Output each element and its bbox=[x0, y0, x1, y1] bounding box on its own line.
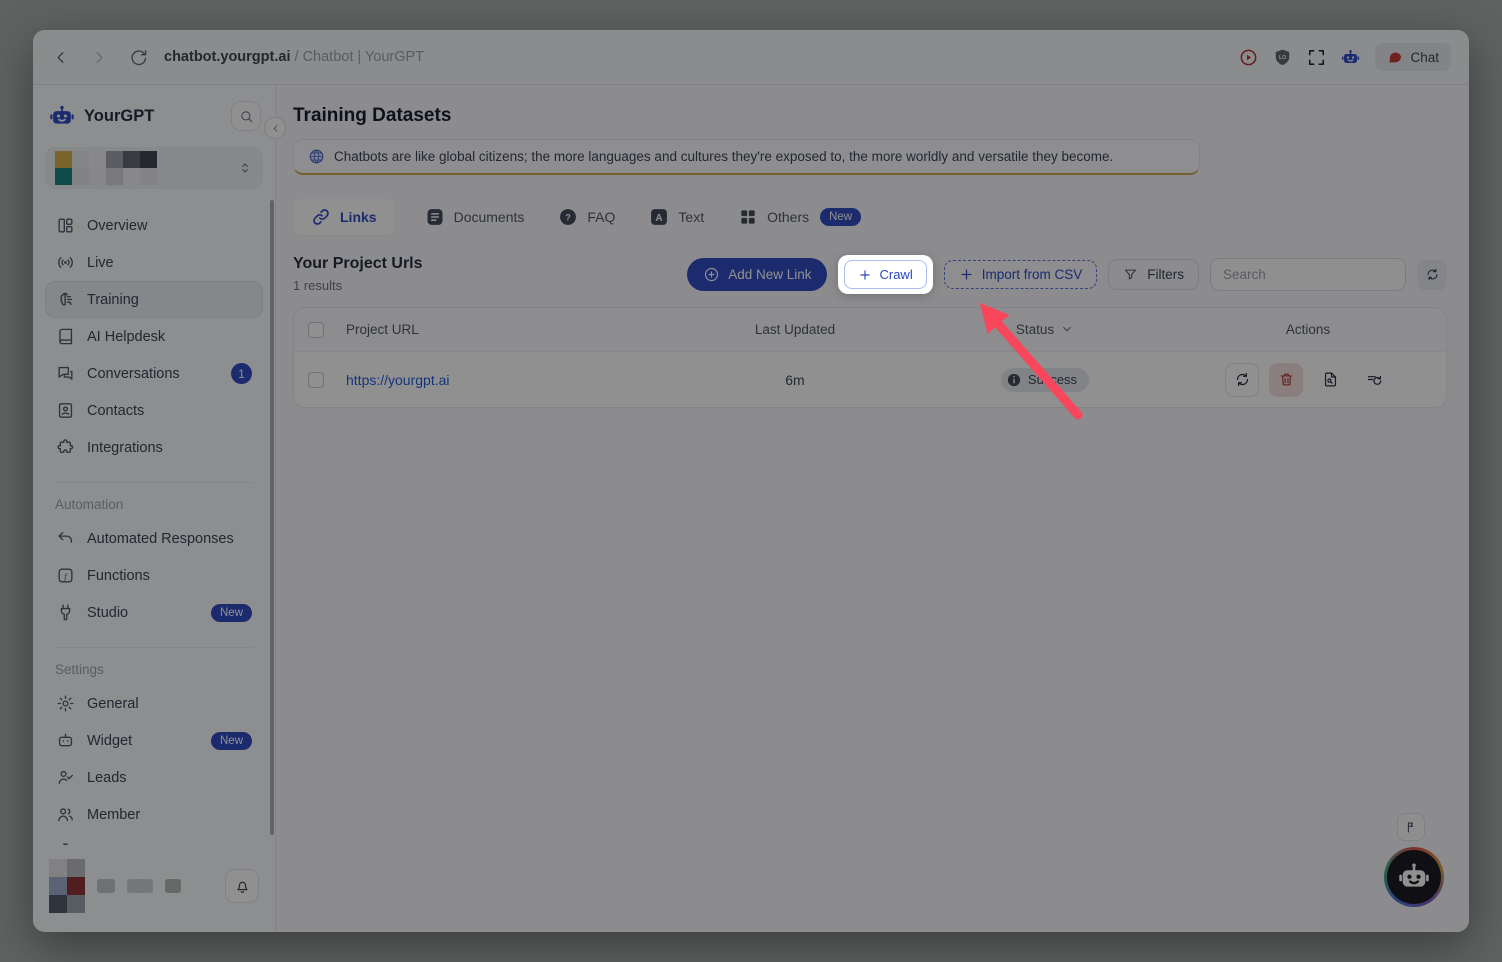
red-pointer-arrow bbox=[930, 295, 1100, 430]
crawl-button-spotlight: Crawl bbox=[838, 255, 932, 294]
dim-overlay bbox=[0, 0, 1502, 962]
crawl-button[interactable]: Crawl bbox=[844, 260, 926, 289]
crawl-label: Crawl bbox=[879, 267, 912, 282]
screenshot-stage: chatbot.yourgpt.ai / Chatbot | YourGPT L… bbox=[0, 0, 1502, 962]
plus-icon bbox=[858, 268, 872, 282]
